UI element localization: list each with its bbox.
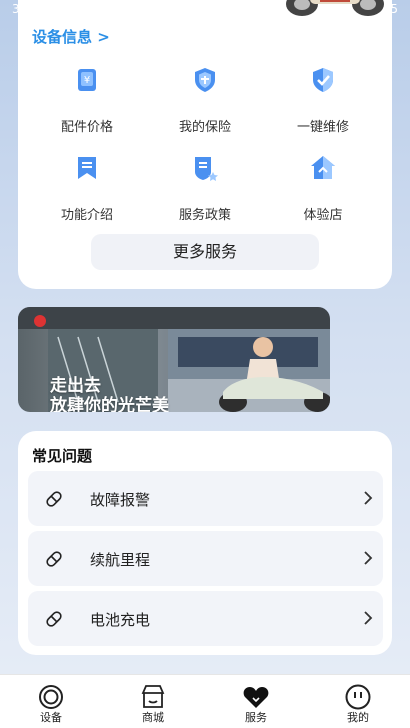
faq-item-label: 电池充电 — [90, 611, 151, 629]
service-label: 我的保险 — [178, 120, 231, 135]
service-one-click-repair[interactable]: 一键维修 — [264, 66, 382, 146]
faq-item-label: 续航里程 — [90, 551, 151, 569]
banner-title-line2: 放肆你的光芒美 — [50, 396, 169, 412]
chevron-right-icon — [364, 611, 373, 625]
service-label: 服务政策 — [178, 208, 231, 223]
service-feature-intro[interactable]: 功能介绍 — [28, 154, 146, 234]
insurance-shield-icon — [195, 68, 215, 92]
service-accessory-price[interactable]: ¥ 配件价格 — [28, 66, 146, 146]
faq-item-fault-alarm[interactable]: 故障报警 — [28, 471, 383, 526]
faq-item-label: 故障报警 — [90, 491, 151, 509]
service-label: 体验店 — [303, 208, 343, 223]
capsule-icon — [46, 551, 62, 567]
face-icon — [345, 684, 371, 710]
tab-label: 我的 — [347, 711, 369, 724]
tab-shop[interactable]: 商城 — [102, 675, 204, 728]
tab-label: 商城 — [142, 711, 164, 724]
faq-item-range[interactable]: 续航里程 — [28, 531, 383, 586]
tab-mine[interactable]: 我的 — [307, 675, 409, 728]
scooter-image — [286, 0, 384, 16]
more-services-button[interactable]: 更多服务 — [91, 234, 319, 270]
store-house-icon — [311, 156, 335, 179]
promo-banner[interactable]: 走出去 放肆你的光芒美 — [18, 307, 330, 412]
service-policy[interactable]: 服务政策 — [146, 154, 264, 234]
faq-title: 常见问题 — [32, 447, 93, 465]
heart-icon — [243, 687, 269, 708]
tab-label: 设备 — [40, 711, 62, 724]
service-label: 一键维修 — [296, 120, 349, 135]
policy-doc-icon — [195, 157, 218, 181]
service-label: 配件价格 — [60, 120, 113, 135]
shop-icon — [141, 685, 165, 708]
faq-item-battery-charging[interactable]: 电池充电 — [28, 591, 383, 646]
price-tag-icon: ¥ — [78, 69, 96, 91]
chevron-right-icon — [364, 491, 373, 505]
repair-shield-icon — [313, 68, 333, 92]
service-experience-store[interactable]: 体验店 — [264, 154, 382, 234]
device-ring-icon — [39, 685, 63, 709]
capsule-icon — [46, 491, 62, 507]
chevron-right-icon — [364, 551, 373, 565]
svg-text:¥: ¥ — [84, 75, 90, 86]
faq-card: 常见问题 故障报警 续航里程 电池充电 — [18, 431, 392, 655]
bottom-tab-bar: 设备 商城 服务 我的 — [0, 674, 410, 728]
tab-label: 服务 — [245, 711, 267, 724]
service-label: 功能介绍 — [60, 208, 113, 223]
tab-device[interactable]: 设备 — [0, 675, 102, 728]
capsule-icon — [46, 611, 62, 627]
bookmark-icon — [78, 157, 96, 179]
tab-service[interactable]: 服务 — [205, 675, 307, 728]
device-info-link[interactable]: 设备信息 > — [32, 26, 110, 47]
service-my-insurance[interactable]: 我的保险 — [146, 66, 264, 146]
device-service-card: 设备信息 > ¥ 配件价格 我的保险 一键维修 功能介绍 服务政策 体验店 更多… — [18, 0, 392, 289]
